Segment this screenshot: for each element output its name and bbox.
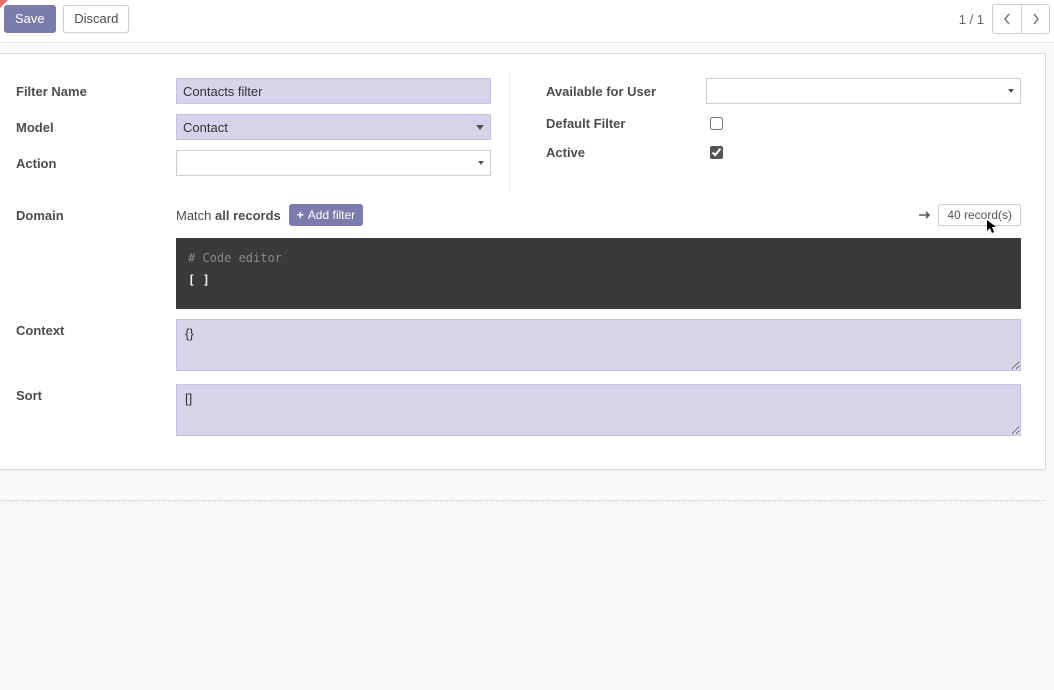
chevron-right-icon <box>1032 13 1040 25</box>
row-domain: Domain Match all records + Add filter <box>16 204 1021 309</box>
label-available-user: Available for User <box>546 84 706 99</box>
domain-header: Match all records + Add filter 40 record… <box>176 204 1021 226</box>
form-columns: Filter Name Model Contact Action <box>16 78 1021 186</box>
sort-textarea[interactable] <box>176 384 1021 436</box>
model-select-value: Contact <box>183 120 228 135</box>
label-model: Model <box>16 120 176 135</box>
pager-buttons <box>992 4 1050 34</box>
chevron-left-icon <box>1003 13 1011 25</box>
add-filter-label: Add filter <box>308 208 355 222</box>
chevron-down-icon <box>478 161 484 165</box>
row-context: Context <box>16 319 1021 374</box>
row-filter-name: Filter Name <box>16 78 491 104</box>
row-sort: Sort <box>16 384 1021 439</box>
model-select[interactable]: Contact <box>176 114 491 140</box>
action-select[interactable] <box>176 150 491 176</box>
row-action: Action <box>16 150 491 176</box>
pager-text: 1 / 1 <box>959 12 984 27</box>
label-action: Action <box>16 156 176 171</box>
chevron-down-icon <box>1008 89 1014 93</box>
match-prefix: Match <box>176 208 215 223</box>
discard-button[interactable]: Discard <box>63 5 129 33</box>
active-checkbox[interactable] <box>710 146 723 159</box>
column-divider <box>509 72 510 192</box>
add-filter-button[interactable]: + Add filter <box>289 204 363 226</box>
arrow-right-icon <box>918 208 932 223</box>
domain-header-left: Match all records + Add filter <box>176 204 363 226</box>
form-col-left: Filter Name Model Contact Action <box>16 78 491 186</box>
row-default-filter: Default Filter <box>546 114 1021 133</box>
pager-prev-button[interactable] <box>993 5 1021 33</box>
save-button[interactable]: Save <box>4 5 56 33</box>
pager: 1 / 1 <box>959 4 1050 34</box>
domain-header-right: 40 record(s) <box>918 204 1021 226</box>
code-editor-value: [ ] <box>188 270 1009 292</box>
top-bar: Save Discard 1 / 1 <box>0 0 1054 43</box>
code-editor-comment: # Code editor <box>188 248 1009 270</box>
label-active: Active <box>546 145 706 160</box>
form-col-right: Available for User Default Filter Active <box>528 78 1021 186</box>
label-filter-name: Filter Name <box>16 84 176 99</box>
pager-next-button[interactable] <box>1021 5 1049 33</box>
row-available-user: Available for User <box>546 78 1021 104</box>
sheet-bottom-edge <box>0 500 1046 504</box>
match-bold: all records <box>215 208 281 223</box>
records-label: 40 record(s) <box>947 208 1012 222</box>
form-sheet: Filter Name Model Contact Action <box>0 53 1046 470</box>
row-model: Model Contact <box>16 114 491 140</box>
row-active: Active <box>546 143 1021 162</box>
label-sort: Sort <box>16 384 176 439</box>
filter-name-input[interactable] <box>176 78 491 104</box>
available-user-select[interactable] <box>706 78 1021 104</box>
left-buttons: Save Discard <box>4 5 129 33</box>
label-context: Context <box>16 319 176 374</box>
chevron-down-icon <box>476 125 484 130</box>
domain-match-text: Match all records <box>176 208 281 223</box>
plus-icon: + <box>297 209 304 221</box>
domain-code-editor[interactable]: # Code editor [ ] <box>176 238 1021 309</box>
label-default-filter: Default Filter <box>546 116 706 131</box>
context-textarea[interactable] <box>176 319 1021 371</box>
default-filter-checkbox[interactable] <box>710 117 723 130</box>
label-domain: Domain <box>16 204 176 309</box>
records-button[interactable]: 40 record(s) <box>938 204 1021 226</box>
